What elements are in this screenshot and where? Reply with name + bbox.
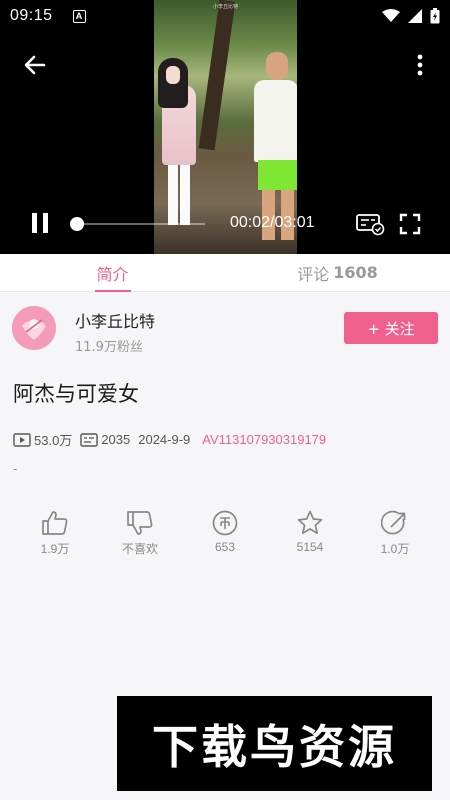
play-count-icon bbox=[13, 432, 31, 447]
play-count: 53.0万 bbox=[13, 430, 72, 449]
like-count: 1.9万 bbox=[40, 542, 70, 556]
video-boy-head bbox=[266, 52, 288, 80]
uploader-name[interactable]: 小李丘比特 bbox=[75, 308, 155, 332]
video-girl-face bbox=[166, 66, 180, 84]
status-icons bbox=[382, 8, 440, 24]
dislike-button[interactable]: 不喜欢 bbox=[105, 510, 175, 557]
avatar[interactable] bbox=[12, 306, 56, 350]
like-button[interactable]: 1.9万 bbox=[20, 510, 90, 557]
like-icon bbox=[42, 511, 68, 535]
wifi-icon bbox=[382, 9, 400, 22]
video-title: 阿杰与可爱女 bbox=[13, 382, 139, 406]
video-boy-shorts bbox=[258, 160, 297, 190]
video-boy-shirt bbox=[254, 80, 297, 162]
fan-count: 11.9万粉丝 bbox=[75, 340, 143, 355]
share-count: 1.0万 bbox=[380, 542, 410, 556]
pause-icon[interactable] bbox=[30, 212, 50, 234]
danmaku-count-icon bbox=[80, 432, 99, 447]
tab-bar: 简介 评论 1608 bbox=[0, 254, 450, 292]
action-bar: 1.9万 不喜欢 653 5154 1.0万 bbox=[0, 510, 450, 560]
progress-knob[interactable] bbox=[70, 217, 85, 231]
av-id[interactable]: AV113107930319179 bbox=[202, 432, 326, 447]
tab-comments[interactable]: 评论 1608 bbox=[225, 254, 450, 291]
progress-bar[interactable] bbox=[70, 217, 205, 231]
play-count-value: 53.0万 bbox=[34, 433, 73, 448]
follow-button[interactable]: + 关注 bbox=[344, 312, 438, 344]
coin-button[interactable]: 653 bbox=[190, 510, 260, 554]
dislike-label: 不喜欢 bbox=[121, 542, 158, 556]
tab-intro[interactable]: 简介 bbox=[0, 254, 225, 292]
tab-intro-label: 简介 bbox=[96, 264, 129, 284]
coin-count: 653 bbox=[214, 540, 236, 554]
video-player[interactable]: 小李丘比特 09:15 A 00:02/03:01 bbox=[0, 0, 450, 254]
battery-icon bbox=[430, 8, 440, 24]
coin-icon bbox=[212, 510, 238, 536]
notification-a-icon: A bbox=[72, 9, 86, 23]
publish-date: 2024-9-9 bbox=[138, 432, 191, 447]
share-button[interactable]: 1.0万 bbox=[360, 510, 430, 557]
share-icon bbox=[381, 510, 406, 535]
watermark-text: 下载鸟资源 bbox=[152, 719, 397, 774]
time-readout: 00:02/03:01 bbox=[230, 214, 315, 231]
danmaku-count: 2035 bbox=[80, 432, 130, 447]
video-description: - bbox=[13, 462, 18, 476]
more-vertical-icon[interactable] bbox=[410, 52, 430, 78]
tab-comments-count: 1608 bbox=[333, 263, 378, 282]
favorite-button[interactable]: 5154 bbox=[275, 510, 345, 554]
status-time: 09:15 bbox=[10, 7, 53, 24]
favorite-count: 5154 bbox=[296, 540, 324, 554]
danmaku-count-value: 2035 bbox=[101, 432, 131, 447]
status-bar: 09:15 A bbox=[0, 0, 450, 32]
favorite-star-icon bbox=[297, 510, 323, 535]
fullscreen-icon[interactable] bbox=[399, 213, 421, 235]
signal-icon bbox=[408, 9, 422, 23]
video-girl-legs bbox=[168, 165, 190, 225]
back-arrow-icon[interactable] bbox=[22, 52, 48, 78]
danmaku-settings-icon[interactable] bbox=[355, 212, 385, 236]
dislike-icon bbox=[127, 511, 153, 535]
cupid-avatar-icon bbox=[12, 306, 56, 350]
watermark-banner: 下载鸟资源 bbox=[117, 696, 432, 791]
tab-comments-label: 评论 bbox=[297, 264, 330, 284]
video-meta-row: 53.0万 2035 2024-9-9 AV113107930319179 bbox=[13, 430, 326, 449]
